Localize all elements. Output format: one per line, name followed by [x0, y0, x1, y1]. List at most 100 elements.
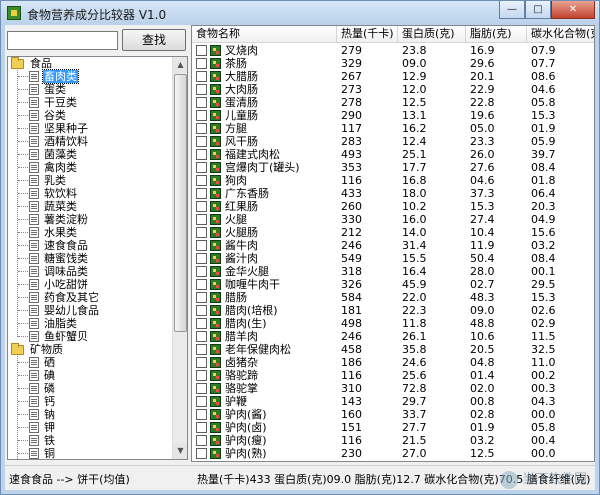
table-row[interactable]: 方腿 117 16.2 05.0 01.9 — [192, 122, 594, 135]
row-checkbox[interactable] — [196, 110, 207, 121]
tree-item[interactable]: 薯类淀粉 — [8, 213, 172, 226]
row-checkbox[interactable] — [196, 214, 207, 225]
tree-item[interactable]: 坚果种子 — [8, 122, 172, 135]
minimize-button[interactable]: — — [499, 1, 525, 19]
row-checkbox[interactable] — [196, 136, 207, 147]
row-checkbox[interactable] — [196, 201, 207, 212]
row-checkbox[interactable] — [196, 435, 207, 446]
table-row[interactable]: 火腿 330 16.0 27.4 04.9 — [192, 213, 594, 226]
food-table[interactable]: 食物名称 热量(千卡) 蛋白质(克) 脂肪(克) 碳水化合物(克) 叉烧肉 279… — [191, 25, 595, 462]
scroll-down-arrow-icon[interactable]: ▼ — [173, 443, 187, 459]
tree-item[interactable]: 磷 — [8, 382, 172, 395]
tree-item[interactable]: 速食食品 — [8, 239, 172, 252]
table-row[interactable]: 酱牛肉 246 31.4 11.9 03.2 — [192, 239, 594, 252]
column-header-carbs[interactable]: 碳水化合物(克) — [527, 26, 594, 43]
table-row[interactable]: 骆驼蹄 116 25.6 01.4 00.2 — [192, 369, 594, 382]
table-row[interactable]: 驴肉(酱) 160 33.7 02.8 00.0 — [192, 408, 594, 421]
title-bar[interactable]: 食物营养成分比较器 V1.0 — □ ✕ — [1, 1, 599, 25]
tree-scroll-thumb[interactable] — [174, 74, 187, 332]
row-checkbox[interactable] — [196, 383, 207, 394]
scroll-up-arrow-icon[interactable]: ▲ — [173, 57, 187, 73]
tree-item[interactable]: 酒精饮料 — [8, 135, 172, 148]
table-row[interactable]: 老年保健肉松 458 35.8 20.5 32.5 — [192, 343, 594, 356]
table-row[interactable]: 福建式肉松 493 25.1 26.0 39.7 — [192, 148, 594, 161]
tree-item[interactable]: 水果类 — [8, 226, 172, 239]
table-row[interactable]: 酱汁肉 549 15.5 50.4 08.4 — [192, 252, 594, 265]
table-row[interactable]: 骆驼掌 310 72.8 02.0 00.3 — [192, 382, 594, 395]
tree-item[interactable]: 碘 — [8, 369, 172, 382]
column-header-protein[interactable]: 蛋白质(克) — [398, 26, 466, 43]
tree-item[interactable]: 菌藻类 — [8, 148, 172, 161]
row-checkbox[interactable] — [196, 175, 207, 186]
category-tree[interactable]: 食品 畜肉类 蛋类 干豆类 谷类 坚果种子 酒精饮料 菌藻类 禽肉类 乳类 软饮… — [7, 56, 188, 460]
row-checkbox[interactable] — [196, 448, 207, 459]
row-checkbox[interactable] — [196, 227, 207, 238]
tree-item[interactable]: 铜 — [8, 447, 172, 459]
row-checkbox[interactable] — [196, 331, 207, 342]
tree-item[interactable]: 婴幼儿食品 — [8, 304, 172, 317]
table-row[interactable]: 广东香肠 433 18.0 37.3 06.4 — [192, 187, 594, 200]
column-header-name[interactable]: 食物名称 — [192, 26, 337, 43]
table-row[interactable]: 大腊肠 267 12.9 20.1 08.6 — [192, 70, 594, 83]
tree-item[interactable]: 蔬菜类 — [8, 200, 172, 213]
row-checkbox[interactable] — [196, 97, 207, 108]
tree-item[interactable]: 调味品类 — [8, 265, 172, 278]
table-row[interactable]: 蛋清肠 278 12.5 22.8 05.8 — [192, 96, 594, 109]
row-checkbox[interactable] — [196, 188, 207, 199]
tree-item[interactable]: 铁 — [8, 434, 172, 447]
tree-item[interactable]: 硒 — [8, 356, 172, 369]
row-checkbox[interactable] — [196, 396, 207, 407]
table-row[interactable]: 驴肉(瘦) 116 21.5 03.2 00.4 — [192, 434, 594, 447]
maximize-button[interactable]: □ — [525, 1, 551, 19]
table-row[interactable]: 狗肉 116 16.8 04.6 01.8 — [192, 174, 594, 187]
table-row[interactable]: 风干肠 283 12.4 23.3 05.9 — [192, 135, 594, 148]
tree-item[interactable]: 禽肉类 — [8, 161, 172, 174]
tree-item[interactable]: 乳类 — [8, 174, 172, 187]
close-button[interactable]: ✕ — [551, 1, 595, 19]
tree-item[interactable]: 干豆类 — [8, 96, 172, 109]
table-row[interactable]: 茶肠 329 09.0 29.6 07.7 — [192, 57, 594, 70]
tree-item[interactable]: 钾 — [8, 421, 172, 434]
table-row[interactable]: 大肉肠 273 12.0 22.9 04.6 — [192, 83, 594, 96]
row-checkbox[interactable] — [196, 357, 207, 368]
row-checkbox[interactable] — [196, 253, 207, 264]
row-checkbox[interactable] — [196, 370, 207, 381]
table-row[interactable]: 腊羊肉 246 26.1 10.6 11.5 — [192, 330, 594, 343]
table-row[interactable]: 儿童肠 290 13.1 19.6 15.3 — [192, 109, 594, 122]
row-checkbox[interactable] — [196, 422, 207, 433]
row-checkbox[interactable] — [196, 240, 207, 251]
row-checkbox[interactable] — [196, 305, 207, 316]
tree-vertical-scrollbar[interactable]: ▲ ▼ — [172, 57, 187, 459]
search-input[interactable] — [7, 31, 118, 50]
row-checkbox[interactable] — [196, 84, 207, 95]
search-button[interactable]: 查找 — [122, 29, 186, 51]
tree-category-food[interactable]: 食品 — [8, 57, 172, 70]
tree-item[interactable]: 小吃甜饼 — [8, 278, 172, 291]
row-checkbox[interactable] — [196, 45, 207, 56]
tree-item[interactable]: 药食及其它 — [8, 291, 172, 304]
row-checkbox[interactable] — [196, 344, 207, 355]
table-row[interactable]: 卤猪杂 186 24.6 04.8 11.0 — [192, 356, 594, 369]
tree-category-minerals[interactable]: 矿物质 — [8, 343, 172, 356]
tree-item[interactable]: 软饮料 — [8, 187, 172, 200]
row-checkbox[interactable] — [196, 318, 207, 329]
table-row[interactable]: 红果肠 260 10.2 15.3 20.3 — [192, 200, 594, 213]
column-header-calories[interactable]: 热量(千卡) — [337, 26, 398, 43]
tree-item[interactable]: 谷类 — [8, 109, 172, 122]
table-row[interactable]: 驴肉(熟) 230 27.0 12.5 00.0 — [192, 447, 594, 460]
tree-item[interactable]: 糖蜜饯类 — [8, 252, 172, 265]
tree-item[interactable]: 钙 — [8, 395, 172, 408]
table-row[interactable]: 火腿肠 212 14.0 10.4 15.6 — [192, 226, 594, 239]
row-checkbox[interactable] — [196, 409, 207, 420]
tree-item[interactable]: 畜肉类 — [8, 69, 172, 84]
tree-item[interactable]: 钠 — [8, 408, 172, 421]
row-checkbox[interactable] — [196, 292, 207, 303]
table-row[interactable]: 驴肉(卤) 151 27.7 01.9 05.8 — [192, 421, 594, 434]
table-row[interactable]: 宫爆肉丁(罐头) 353 17.7 27.6 08.4 — [192, 161, 594, 174]
column-header-fat[interactable]: 脂肪(克) — [466, 26, 527, 43]
table-row[interactable]: 腊肉(培根) 181 22.3 09.0 02.6 — [192, 304, 594, 317]
table-row[interactable]: 驴鞭 143 29.7 00.8 04.3 — [192, 395, 594, 408]
table-row[interactable]: 金华火腿 318 16.4 28.0 00.1 — [192, 265, 594, 278]
table-row[interactable]: 腊肠 584 22.0 48.3 15.3 — [192, 291, 594, 304]
row-checkbox[interactable] — [196, 149, 207, 160]
